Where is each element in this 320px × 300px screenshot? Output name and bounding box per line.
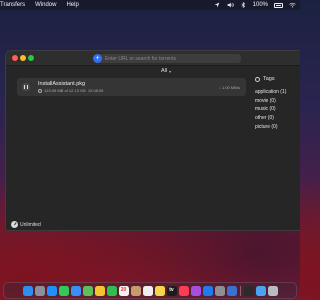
titlebar: +: [6, 51, 300, 66]
facetime-icon[interactable]: [106, 285, 117, 296]
messages-icon[interactable]: [58, 285, 69, 296]
battery-percent: 100%: [252, 2, 268, 8]
tag-picture[interactable]: picture (0): [255, 123, 300, 132]
app-window: + All ▾ InstallAssistant.pkg 123.95 MB o…: [5, 50, 300, 231]
tags-title: Tags: [263, 76, 275, 82]
terminal-icon[interactable]: [243, 285, 254, 296]
pause-icon: [24, 85, 26, 89]
tag-music[interactable]: music (0): [255, 105, 300, 114]
tag-movie[interactable]: movie (0): [255, 97, 300, 106]
wifi-icon[interactable]: [289, 2, 296, 8]
appstore-icon[interactable]: [202, 285, 213, 296]
speed-limit-label: Unlimited: [20, 221, 41, 228]
pause-button[interactable]: [22, 83, 30, 91]
calendar-icon[interactable]: 20: [118, 285, 129, 296]
filter-dropdown[interactable]: All ▾: [161, 68, 171, 74]
download-row[interactable]: InstallAssistant.pkg 123.95 MB of 12.13 …: [17, 78, 246, 96]
tags-radio-icon[interactable]: [255, 76, 260, 82]
download-status: 123.95 MB of 12.13 GB 12:08:05: [38, 88, 103, 93]
dock: 20 tv: [3, 282, 297, 299]
menu-help[interactable]: Help: [66, 2, 78, 8]
music-icon[interactable]: [178, 285, 189, 296]
add-torrent-button[interactable]: +: [93, 54, 102, 63]
photos-icon[interactable]: [94, 285, 105, 296]
tags-panel: Tags application (1) movie (0) music (0)…: [249, 76, 300, 131]
menu-window[interactable]: Window: [35, 2, 56, 8]
tags-header[interactable]: Tags: [255, 76, 300, 82]
minimize-button[interactable]: [20, 55, 26, 61]
tag-application[interactable]: application (1): [255, 88, 300, 97]
menu-transfers[interactable]: Transfers: [0, 2, 25, 8]
chevron-down-icon: ▾: [169, 68, 172, 74]
location-icon[interactable]: [214, 2, 221, 8]
url-search-input[interactable]: [102, 54, 241, 63]
zoom-button[interactable]: [28, 55, 34, 61]
settings-icon[interactable]: [214, 285, 225, 296]
maps-icon[interactable]: [82, 285, 93, 296]
battery-icon[interactable]: [274, 2, 283, 8]
contacts-icon[interactable]: [130, 285, 141, 296]
clock-icon: [38, 88, 42, 93]
downloads-folder-icon[interactable]: [255, 285, 266, 296]
mail-icon[interactable]: [70, 285, 81, 296]
download-eta: 12:08:05: [87, 88, 104, 93]
status-area: 100%: [214, 2, 300, 8]
speed-limit-status[interactable]: Unlimited: [11, 221, 41, 228]
url-search-field: +: [93, 54, 241, 63]
torrent-app-icon[interactable]: [226, 285, 237, 296]
download-speed: ↓ 1.00 MB/s: [218, 85, 240, 90]
launchpad-icon[interactable]: [34, 285, 45, 296]
bluetooth-icon[interactable]: [240, 2, 247, 8]
reminders-icon[interactable]: [142, 285, 153, 296]
filter-label: All: [161, 68, 168, 74]
close-button[interactable]: [12, 55, 18, 61]
tv-icon[interactable]: tv: [166, 285, 177, 296]
safari-icon[interactable]: [46, 285, 57, 296]
podcasts-icon[interactable]: [190, 285, 201, 296]
trash-icon[interactable]: [267, 285, 278, 296]
notes-icon[interactable]: [154, 285, 165, 296]
tag-other[interactable]: other (0): [255, 114, 300, 123]
speedometer-icon: [11, 221, 18, 228]
menu-bar: Transfers Window Help 100%: [0, 0, 300, 10]
download-name: InstallAssistant.pkg: [38, 81, 86, 87]
dock-separator: [239, 285, 241, 296]
download-progress-text: 123.95 MB of 12.13 GB: [44, 88, 86, 93]
finder-icon[interactable]: [22, 285, 33, 296]
sound-icon[interactable]: [227, 2, 234, 8]
